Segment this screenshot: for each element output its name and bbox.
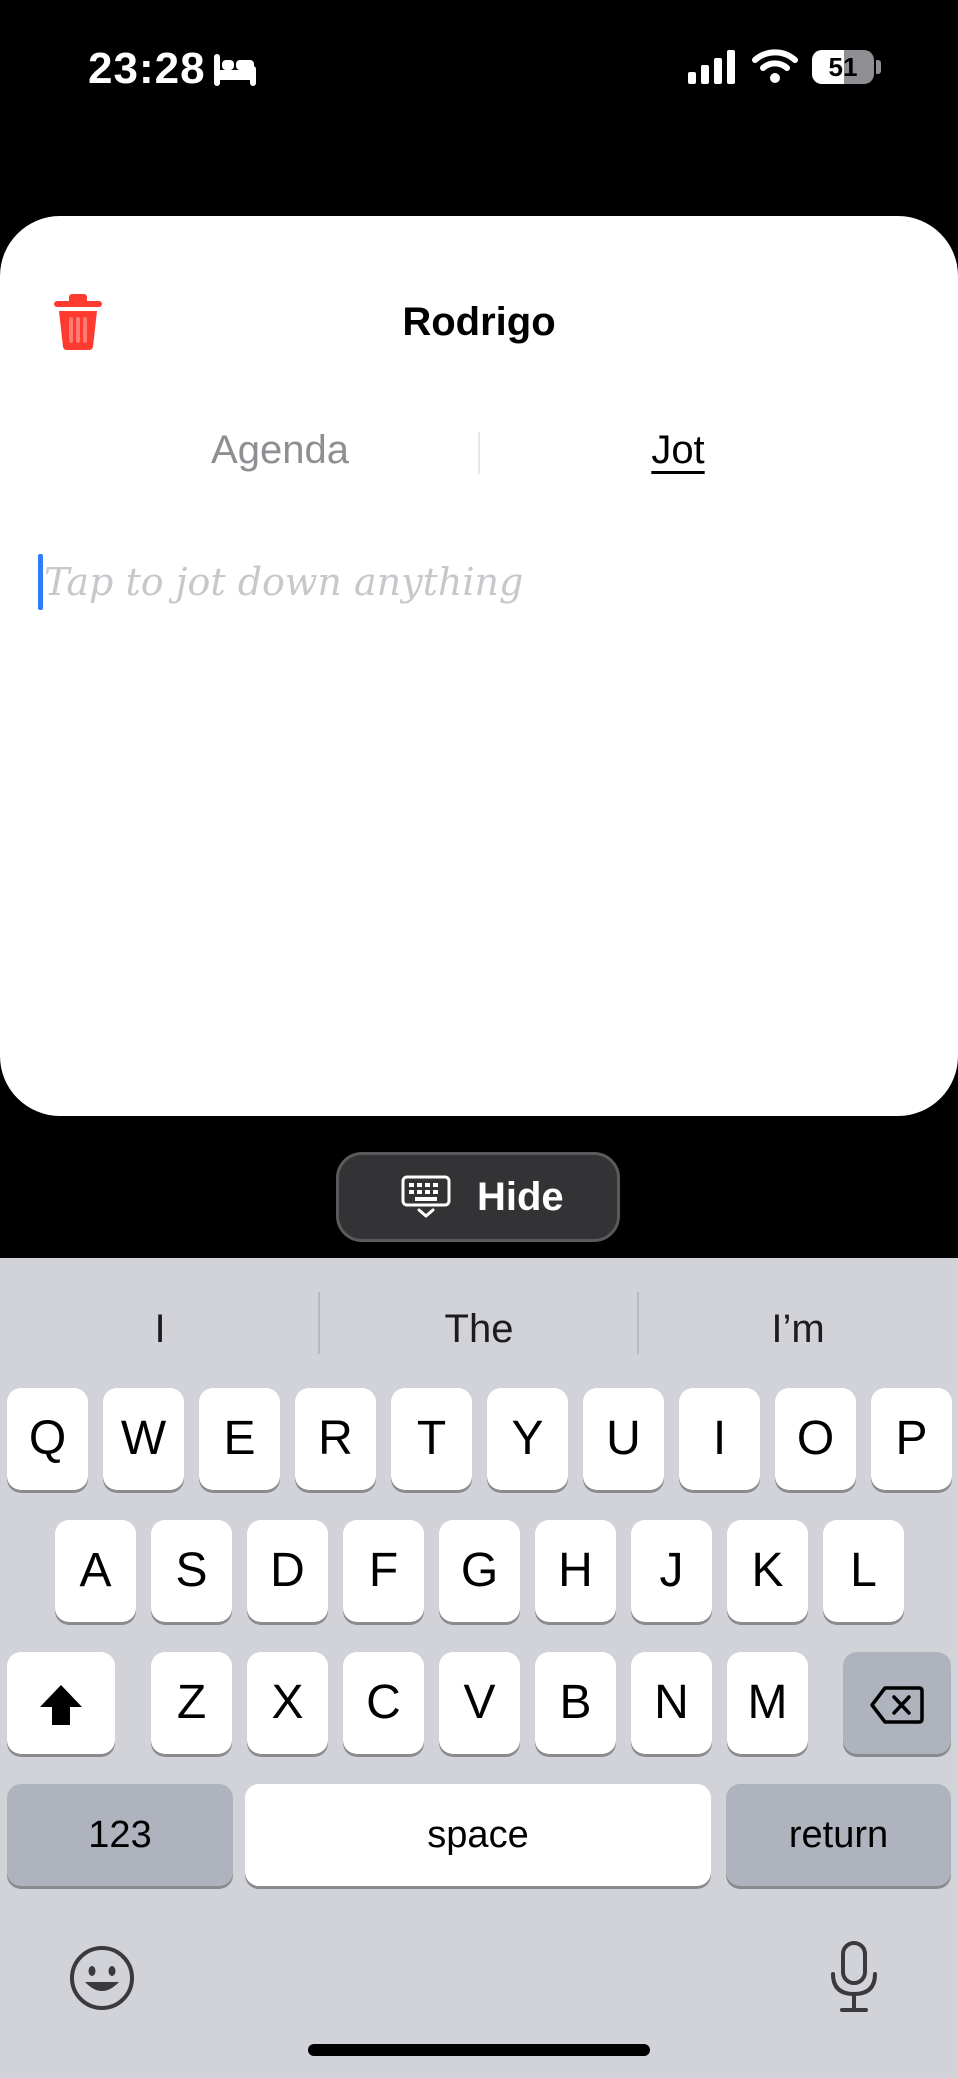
hide-keyboard-label: Hide — [477, 1175, 564, 1219]
key-b[interactable]: B — [535, 1652, 616, 1754]
key-g[interactable]: G — [439, 1520, 520, 1622]
key-i[interactable]: I — [679, 1388, 760, 1490]
wifi-icon — [752, 49, 798, 83]
contact-name-title: Rodrigo — [402, 300, 556, 344]
key-j[interactable]: J — [631, 1520, 712, 1622]
delete-icon — [870, 1686, 924, 1725]
hide-keyboard-button[interactable]: Hide — [336, 1152, 620, 1242]
status-bar: 23:28 51 — [0, 0, 958, 140]
key-x[interactable]: X — [247, 1652, 328, 1754]
key-y[interactable]: Y — [487, 1388, 568, 1490]
key-v[interactable]: V — [439, 1652, 520, 1754]
contact-sheet: Rodrigo Agenda Jot — [0, 216, 958, 1116]
tab-divider — [478, 432, 480, 474]
battery-percent: 51 — [828, 52, 858, 82]
emoji-icon[interactable] — [68, 1944, 136, 2012]
suggestion-divider — [318, 1292, 320, 1354]
key-k[interactable]: K — [727, 1520, 808, 1622]
keyboard-hide-icon — [401, 1175, 451, 1218]
suggestion-divider — [637, 1292, 639, 1354]
return-key[interactable]: return — [726, 1784, 951, 1886]
key-h[interactable]: H — [535, 1520, 616, 1622]
key-f[interactable]: F — [343, 1520, 424, 1622]
shift-key[interactable] — [7, 1652, 115, 1754]
key-q[interactable]: Q — [7, 1388, 88, 1490]
key-m[interactable]: M — [727, 1652, 808, 1754]
space-key[interactable]: space — [245, 1784, 711, 1886]
suggestion-3[interactable]: I’m — [668, 1298, 928, 1360]
key-p[interactable]: P — [871, 1388, 952, 1490]
key-w[interactable]: W — [103, 1388, 184, 1490]
key-s[interactable]: S — [151, 1520, 232, 1622]
key-n[interactable]: N — [631, 1652, 712, 1754]
key-c[interactable]: C — [343, 1652, 424, 1754]
battery-tip — [876, 60, 881, 74]
key-o[interactable]: O — [775, 1388, 856, 1490]
suggestion-2[interactable]: The — [350, 1298, 608, 1360]
key-z[interactable]: Z — [151, 1652, 232, 1754]
key-e[interactable]: E — [199, 1388, 280, 1490]
key-t[interactable]: T — [391, 1388, 472, 1490]
numbers-key[interactable]: 123 — [7, 1784, 233, 1886]
home-indicator — [308, 2044, 650, 2056]
key-l[interactable]: L — [823, 1520, 904, 1622]
suggestion-1[interactable]: I — [30, 1298, 290, 1360]
jot-text-field[interactable] — [36, 552, 932, 612]
sleep-focus-icon — [214, 54, 256, 86]
status-time: 23:28 — [88, 44, 206, 93]
tab-agenda[interactable]: Agenda — [150, 428, 410, 473]
keyboard: I The I’m Q W E R T Y U I O P A S D F G … — [0, 1258, 958, 2078]
key-a[interactable]: A — [55, 1520, 136, 1622]
shift-icon — [40, 1685, 82, 1726]
key-d[interactable]: D — [247, 1520, 328, 1622]
key-r[interactable]: R — [295, 1388, 376, 1490]
cellular-signal-icon — [688, 50, 735, 84]
text-caret — [38, 554, 43, 610]
tab-jot[interactable]: Jot — [548, 428, 808, 473]
key-u[interactable]: U — [583, 1388, 664, 1490]
microphone-icon[interactable] — [826, 1940, 882, 2014]
delete-key[interactable] — [843, 1652, 951, 1754]
battery-icon: 51 — [812, 50, 874, 84]
